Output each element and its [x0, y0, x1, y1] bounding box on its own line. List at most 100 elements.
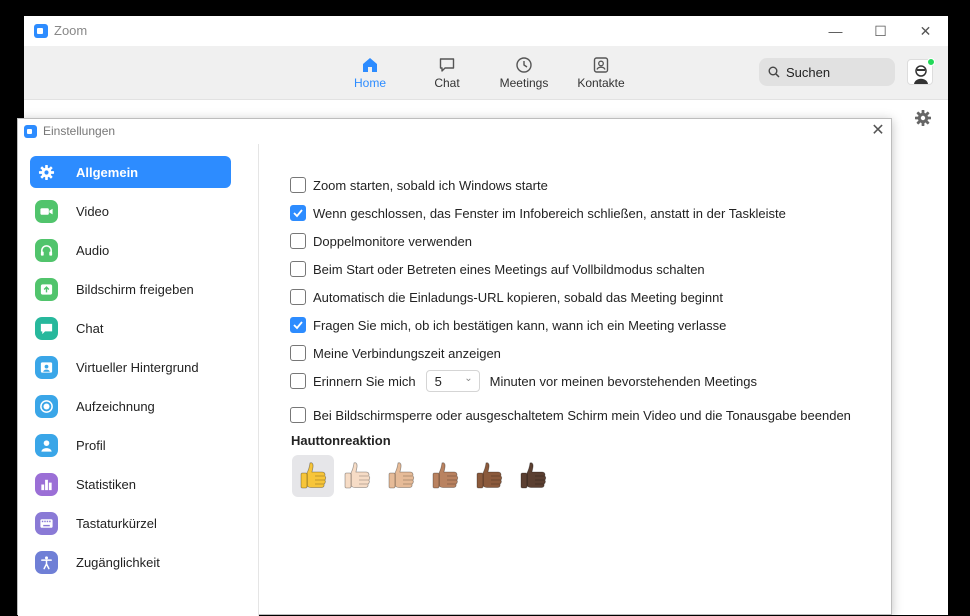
- tab-meetings-label: Meetings: [499, 76, 549, 90]
- title-bar: Zoom — ☐ ✕: [24, 16, 948, 46]
- checkbox[interactable]: [290, 177, 306, 193]
- checkbox[interactable]: [290, 345, 306, 361]
- checkbox[interactable]: [290, 407, 306, 423]
- option-row[interactable]: Beim Start oder Betreten eines Meetings …: [290, 259, 705, 279]
- chat-icon: [439, 58, 455, 72]
- video-icon: [35, 199, 58, 223]
- sidebar-item-label: Tastaturkürzel: [76, 515, 157, 531]
- chat-bubble-icon: [35, 316, 58, 340]
- minutes-value: 5: [434, 373, 442, 389]
- settings-title: Einstellungen: [43, 124, 116, 138]
- option-row[interactable]: Wenn geschlossen, das Fenster im Infober…: [290, 203, 786, 223]
- window-title: Zoom: [54, 23, 88, 38]
- settings-close-button[interactable]: ✕: [869, 122, 887, 140]
- sidebar-item-profil[interactable]: Profil: [30, 429, 231, 461]
- checkbox[interactable]: [290, 317, 306, 333]
- checkbox[interactable]: [290, 233, 306, 249]
- skin-tone-picker: [292, 455, 556, 499]
- option-label: Zoom starten, sobald ich Windows starte: [313, 177, 548, 193]
- sidebar-item-label: Statistiken: [76, 476, 136, 492]
- settings-dialog: Einstellungen ✕ Allgemein Video Audio Bi…: [17, 118, 892, 616]
- zoom-logo-icon: [24, 125, 37, 138]
- skin-tone-medium-dark[interactable]: [468, 455, 510, 497]
- sidebar-item-label: Allgemein: [76, 164, 139, 180]
- minutes-select[interactable]: 5 ⌄: [425, 370, 480, 392]
- sidebar-item-label: Zugänglichkeit: [76, 554, 160, 570]
- checkbox[interactable]: [290, 261, 306, 277]
- thumbs-up-icon: [520, 462, 547, 489]
- minimize-button[interactable]: —: [813, 16, 858, 46]
- skin-tone-title: Hauttonreaktion: [291, 433, 391, 448]
- option-row[interactable]: Meine Verbindungszeit anzeigen: [290, 343, 501, 363]
- tab-home[interactable]: Home: [335, 52, 405, 96]
- skin-tone-medium[interactable]: [424, 455, 466, 497]
- contacts-icon: [593, 57, 609, 73]
- thumbs-up-icon: [432, 462, 459, 489]
- sidebar-item-audio[interactable]: Audio: [30, 234, 231, 266]
- remind-label-before: Erinnern Sie mich: [313, 373, 416, 389]
- checkmark-icon: [293, 321, 303, 330]
- sidebar-item-tastaturkuerzel[interactable]: Tastaturkürzel: [30, 507, 231, 539]
- option-label: Fragen Sie mich, ob ich bestätigen kann,…: [313, 317, 727, 333]
- skin-tone-light[interactable]: [336, 455, 378, 497]
- tab-meetings[interactable]: Meetings: [489, 52, 559, 96]
- option-label: Doppelmonitore verwenden: [313, 233, 472, 249]
- checkbox[interactable]: [290, 373, 306, 389]
- sidebar-item-label: Profil: [76, 437, 106, 453]
- option-row[interactable]: Zoom starten, sobald ich Windows starte: [290, 175, 548, 195]
- thumbs-up-icon: [344, 462, 371, 489]
- option-label: Wenn geschlossen, das Fenster im Infober…: [313, 205, 786, 221]
- thumbs-up-icon: [388, 462, 415, 489]
- checkmark-icon: [293, 209, 303, 218]
- remind-label-after: Minuten vor meinen bevorstehenden Meetin…: [489, 373, 757, 389]
- tab-chat[interactable]: Chat: [412, 52, 482, 96]
- checkbox[interactable]: [290, 289, 306, 305]
- sidebar-item-label: Virtueller Hintergrund: [76, 359, 199, 375]
- sidebar-item-statistiken[interactable]: Statistiken: [30, 468, 231, 500]
- main-toolbar: Home Chat Meetings Kontakte: [24, 46, 948, 100]
- option-row[interactable]: Automatisch die Einladungs-URL kopieren,…: [290, 287, 723, 307]
- remind-row[interactable]: Erinnern Sie mich 5 ⌄ Minuten vor meinen…: [290, 370, 757, 392]
- keyboard-icon: [35, 511, 58, 535]
- option-row[interactable]: Doppelmonitore verwenden: [290, 231, 472, 251]
- option-label: Bei Bildschirmsperre oder ausgeschaltete…: [313, 407, 851, 423]
- home-icon: [363, 58, 377, 72]
- sidebar-item-label: Video: [76, 203, 110, 219]
- sidebar-item-bildschirm-freigeben[interactable]: Bildschirm freigeben: [30, 273, 231, 305]
- thumbs-up-icon: [300, 462, 327, 489]
- statistics-icon: [35, 472, 58, 496]
- option-row[interactable]: Fragen Sie mich, ob ich bestätigen kann,…: [290, 315, 726, 335]
- settings-title-bar: Einstellungen ✕: [18, 119, 891, 144]
- sidebar-item-allgemein[interactable]: Allgemein: [30, 156, 231, 188]
- skin-tone-medium-light[interactable]: [380, 455, 422, 497]
- clock-icon: [516, 57, 532, 73]
- settings-gear-icon[interactable]: [914, 109, 932, 127]
- option-label: Automatisch die Einladungs-URL kopieren,…: [313, 289, 723, 305]
- sidebar-item-virtueller-hintergrund[interactable]: Virtueller Hintergrund: [30, 351, 231, 383]
- thumbs-up-icon: [476, 462, 503, 489]
- settings-sidebar: Allgemein Video Audio Bildschirm freigeb…: [18, 144, 259, 616]
- sidebar-item-label: Audio: [76, 242, 110, 258]
- skin-tone-default[interactable]: [292, 455, 334, 497]
- zoom-logo-icon: [34, 24, 48, 38]
- search-icon: [768, 66, 780, 78]
- sidebar-item-label: Aufzeichnung: [76, 398, 155, 414]
- option-label: Meine Verbindungszeit anzeigen: [313, 345, 501, 361]
- tab-chat-label: Chat: [434, 76, 460, 90]
- sidebar-item-zugaenglichkeit[interactable]: Zugänglichkeit: [30, 546, 231, 578]
- option-row[interactable]: Bei Bildschirmsperre oder ausgeschaltete…: [290, 405, 851, 425]
- maximize-button[interactable]: ☐: [858, 16, 903, 46]
- status-badge: [927, 58, 935, 66]
- share-screen-icon: [35, 277, 58, 301]
- sidebar-item-video[interactable]: Video: [30, 195, 231, 227]
- accessibility-icon: [35, 550, 58, 574]
- search-input[interactable]: [786, 62, 886, 82]
- sidebar-item-aufzeichnung[interactable]: Aufzeichnung: [30, 390, 231, 422]
- tab-home-label: Home: [353, 76, 386, 90]
- search-box[interactable]: [759, 58, 895, 86]
- checkbox[interactable]: [290, 205, 306, 221]
- close-button[interactable]: ✕: [903, 16, 948, 46]
- sidebar-item-chat[interactable]: Chat: [30, 312, 231, 344]
- tab-contacts[interactable]: Kontakte: [566, 52, 636, 96]
- skin-tone-dark[interactable]: [512, 455, 554, 497]
